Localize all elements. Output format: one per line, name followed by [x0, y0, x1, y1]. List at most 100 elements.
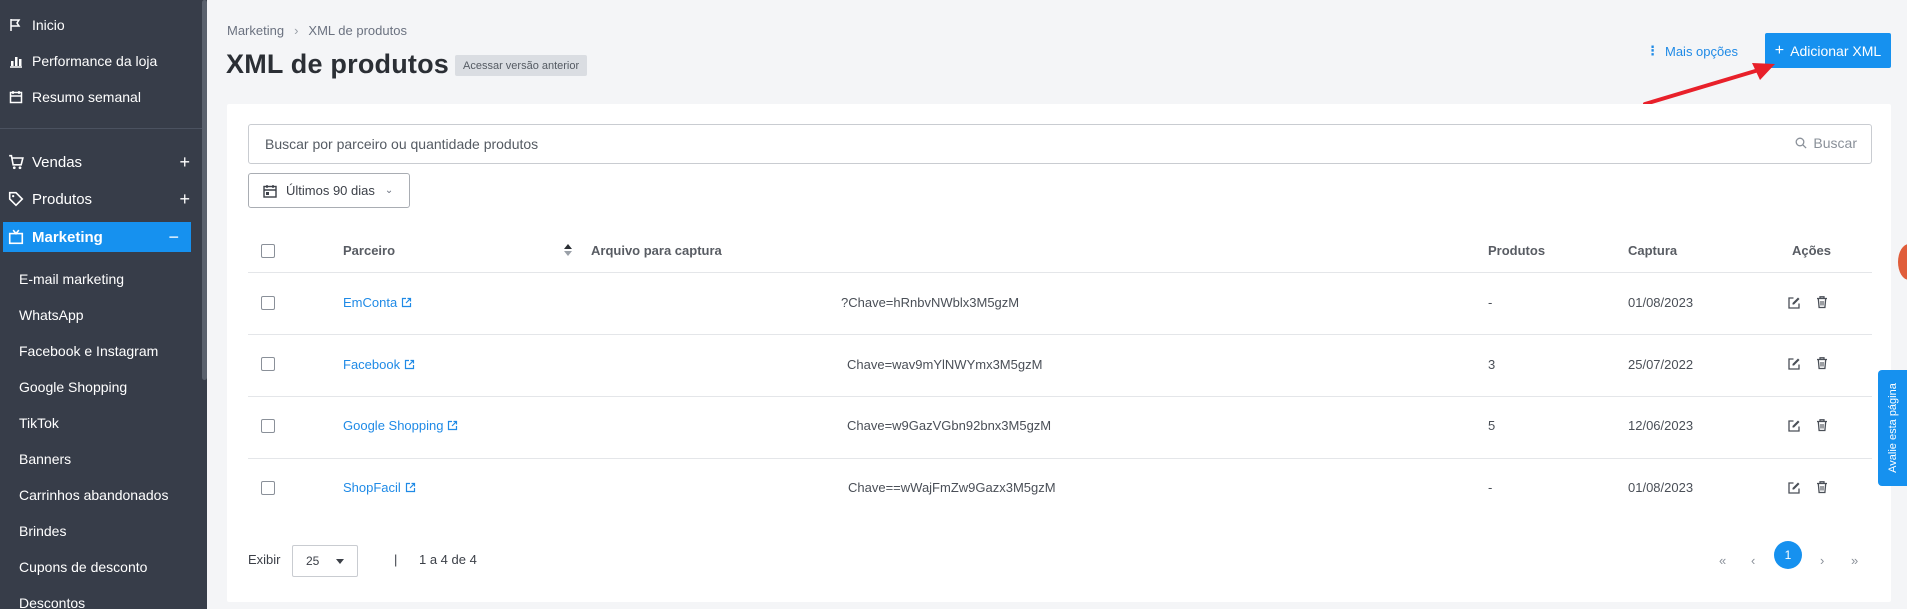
flag-icon: [8, 17, 24, 33]
sidebar-subitem-banners[interactable]: Banners: [19, 447, 71, 471]
column-header-capture: Captura: [1628, 243, 1678, 258]
sidebar-subitem-whatsapp[interactable]: WhatsApp: [19, 303, 84, 327]
trash-icon[interactable]: [1815, 480, 1829, 494]
breadcrumb-link-marketing[interactable]: Marketing: [227, 23, 284, 38]
sidebar-item-label: Resumo semanal: [32, 89, 141, 105]
row-checkbox[interactable]: [261, 481, 275, 495]
more-vertical-icon: ⋮: [1646, 43, 1659, 58]
old-version-button[interactable]: Acessar versão anterior: [455, 55, 588, 76]
trash-icon[interactable]: [1815, 356, 1829, 370]
expand-icon[interactable]: +: [179, 152, 190, 173]
row-checkbox[interactable]: [261, 296, 275, 310]
row-divider: [248, 334, 1872, 335]
external-link-icon: [405, 482, 415, 493]
sidebar-subitem-carrinhos-abandonados[interactable]: Carrinhos abandonados: [19, 483, 168, 507]
column-header-file: Arquivo para captura: [591, 243, 722, 258]
products-count: -: [1488, 295, 1493, 310]
search-bar: Buscar: [248, 124, 1872, 164]
trash-icon[interactable]: [1815, 418, 1829, 432]
bar-chart-icon: [8, 53, 24, 69]
search-button[interactable]: Buscar: [1795, 135, 1857, 151]
pagination-next[interactable]: ›: [1820, 553, 1824, 568]
partner-link[interactable]: EmConta: [343, 295, 412, 310]
row-divider: [248, 458, 1872, 459]
xml-list-card: Buscar Últimos 90 dias ⌄ Parceiro Arquiv…: [227, 104, 1891, 602]
breadcrumb-current: XML de produtos: [308, 23, 407, 38]
column-header-actions: Ações: [1792, 243, 1832, 258]
edit-icon[interactable]: [1787, 357, 1801, 371]
row-checkbox[interactable]: [261, 419, 275, 433]
per-page-select[interactable]: 25: [292, 545, 358, 577]
add-xml-button[interactable]: + Adicionar XML: [1765, 33, 1891, 68]
products-count: 5: [1488, 418, 1496, 433]
sidebar-item-resumo-semanal[interactable]: Resumo semanal: [0, 82, 141, 112]
calendar-icon: [263, 184, 277, 198]
pagination-prev[interactable]: ‹: [1751, 553, 1755, 568]
partner-link[interactable]: ShopFacil: [343, 480, 416, 495]
sidebar-subitem-brindes[interactable]: Brindes: [19, 519, 66, 543]
sidebar-subitem-facebook-instagram[interactable]: Facebook e Instagram: [19, 339, 158, 363]
row-divider: [248, 396, 1872, 397]
tag-icon: [8, 191, 24, 207]
chat-widget-edge[interactable]: [1898, 244, 1907, 280]
trash-icon[interactable]: [1815, 295, 1829, 309]
more-options-button[interactable]: ⋮ Mais opções: [1646, 43, 1738, 59]
file-url: Chave=wav9mYlNWYmx3M5gzM: [847, 357, 1043, 372]
partner-link[interactable]: Google Shopping: [343, 418, 458, 433]
page-title: XML de produtos: [226, 49, 449, 79]
caret-down-icon: [336, 559, 344, 564]
breadcrumb-separator: ›: [294, 23, 299, 38]
sidebar-subitem-descontos[interactable]: Descontos: [19, 591, 85, 609]
external-link-icon: [404, 359, 415, 370]
date-range-dropdown[interactable]: Últimos 90 dias ⌄: [248, 173, 410, 208]
edit-icon[interactable]: [1787, 296, 1801, 310]
table-header-divider: [248, 272, 1872, 273]
sidebar-subitem-google-shopping[interactable]: Google Shopping: [19, 375, 127, 399]
sidebar-subitem-email-marketing[interactable]: E-mail marketing: [19, 267, 124, 291]
external-link-icon: [402, 297, 412, 308]
feedback-tab[interactable]: Avalie esta página: [1878, 370, 1907, 486]
sort-icon[interactable]: [563, 243, 573, 257]
search-button-label: Buscar: [1813, 135, 1857, 151]
annotation-arrow: [1643, 63, 1775, 106]
calendar-icon: [8, 89, 24, 105]
sidebar-item-label: Performance da loja: [32, 53, 158, 69]
sidebar-divider: [0, 128, 202, 129]
capture-date: 25/07/2022: [1628, 357, 1694, 372]
partner-name: EmConta: [343, 295, 398, 310]
sidebar-item-marketing[interactable]: Marketing −: [3, 222, 191, 252]
column-header-partner[interactable]: Parceiro: [343, 243, 395, 258]
sidebar-item-label: Produtos: [32, 190, 93, 208]
sidebar-scrollbar[interactable]: [202, 0, 207, 380]
cart-icon: [8, 154, 24, 170]
expand-icon[interactable]: +: [179, 189, 190, 210]
add-xml-label: Adicionar XML: [1790, 42, 1882, 59]
sidebar-item-vendas[interactable]: Vendas +: [0, 147, 202, 177]
sidebar-subitem-cupons-desconto[interactable]: Cupons de desconto: [19, 555, 147, 579]
search-input[interactable]: [249, 126, 1749, 162]
file-url: ?Chave=hRnbvNWblx3M5gzM: [841, 295, 1020, 310]
edit-icon[interactable]: [1787, 481, 1801, 495]
collapse-icon[interactable]: −: [168, 227, 179, 248]
partner-name: Facebook: [343, 357, 401, 372]
partner-name: ShopFacil: [343, 480, 401, 495]
capture-date: 01/08/2023: [1628, 295, 1694, 310]
pagination-page-1[interactable]: 1: [1774, 541, 1802, 569]
sidebar-item-performance[interactable]: Performance da loja: [0, 46, 157, 76]
sidebar-item-inicio[interactable]: Inicio: [0, 10, 65, 40]
select-all-checkbox[interactable]: [261, 244, 275, 258]
pagination-last[interactable]: »: [1851, 553, 1858, 568]
sidebar-item-label: Vendas: [32, 153, 83, 171]
sidebar-item-label: Marketing: [32, 228, 103, 246]
products-count: -: [1488, 480, 1493, 495]
sidebar-item-produtos[interactable]: Produtos +: [0, 184, 202, 214]
breadcrumb: Marketing › XML de produtos: [227, 23, 407, 38]
row-checkbox[interactable]: [261, 357, 275, 371]
sidebar-subitem-tiktok[interactable]: TikTok: [19, 411, 59, 435]
partner-link[interactable]: Facebook: [343, 357, 415, 372]
capture-date: 12/06/2023: [1628, 418, 1694, 433]
products-count: 3: [1488, 357, 1496, 372]
pagination-first[interactable]: «: [1719, 553, 1726, 568]
edit-icon[interactable]: [1787, 419, 1801, 433]
more-options-label: Mais opções: [1665, 43, 1738, 59]
